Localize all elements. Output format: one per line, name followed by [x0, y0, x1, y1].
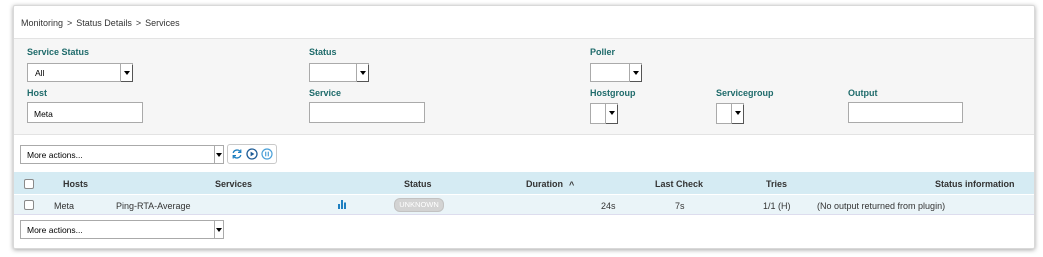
status-select[interactable] — [309, 63, 369, 82]
chevron-down-icon — [605, 104, 617, 123]
filter-bar: Service Status All Status Poller Host Me… — [14, 38, 1034, 135]
table-row[interactable]: Meta Ping-RTA-Average UNKNOWN 24s 7s 1/1… — [14, 195, 1034, 215]
sort-ascending-icon[interactable]: ^ — [569, 180, 574, 190]
servicegroup-select[interactable] — [716, 103, 744, 124]
header-hosts[interactable]: Hosts — [63, 179, 88, 189]
service-status-value: All — [35, 68, 45, 78]
header-status-information[interactable]: Status information — [935, 179, 1015, 189]
table-header: Hosts Services Status Duration ^ Last Ch… — [14, 172, 1034, 194]
poller-label: Poller — [590, 47, 616, 57]
output-input[interactable] — [848, 102, 963, 123]
header-services[interactable]: Services — [215, 179, 252, 189]
refresh-icon[interactable] — [231, 148, 243, 160]
row-last-check: 7s — [675, 201, 685, 211]
breadcrumb-monitoring[interactable]: Monitoring — [21, 18, 63, 28]
graph-icon[interactable] — [337, 199, 347, 209]
more-actions-select-top[interactable]: More actions... — [20, 145, 224, 164]
more-actions-value: More actions... — [27, 225, 83, 235]
status-badge: UNKNOWN — [394, 198, 444, 212]
more-actions-select-bottom[interactable]: More actions... — [20, 220, 224, 239]
service-status-select[interactable]: All — [27, 63, 133, 82]
chevron-down-icon — [214, 221, 223, 238]
hostgroup-select[interactable] — [590, 103, 618, 124]
header-tries[interactable]: Tries — [766, 179, 787, 189]
host-label: Host — [27, 88, 47, 98]
host-input-value: Meta — [34, 109, 53, 119]
play-icon[interactable] — [246, 148, 258, 160]
row-service[interactable]: Ping-RTA-Average — [116, 201, 191, 211]
row-host[interactable]: Meta — [54, 201, 74, 211]
row-duration: 24s — [601, 201, 616, 211]
header-last-check[interactable]: Last Check — [655, 179, 703, 189]
row-checkbox[interactable] — [24, 200, 34, 210]
row-tries: 1/1 (H) — [763, 201, 791, 211]
select-all-checkbox[interactable] — [24, 179, 34, 189]
row-status-information: (No output returned from plugin) — [817, 201, 946, 211]
status-label: Status — [309, 47, 337, 57]
breadcrumb-separator: > — [135, 18, 142, 28]
service-label: Service — [309, 88, 342, 98]
hostgroup-label: Hostgroup — [590, 88, 636, 98]
servicegroup-label: Servicegroup — [716, 88, 774, 98]
more-actions-value: More actions... — [27, 150, 83, 160]
breadcrumb: Monitoring > Status Details > Services — [21, 18, 184, 28]
breadcrumb-separator: > — [67, 18, 73, 28]
poller-select[interactable] — [590, 63, 642, 82]
pause-icon[interactable] — [261, 148, 273, 160]
output-label: Output — [848, 88, 878, 98]
chevron-down-icon — [356, 64, 368, 81]
service-input[interactable] — [309, 102, 425, 123]
chevron-down-icon — [214, 146, 223, 163]
chevron-down-icon — [120, 64, 132, 81]
breadcrumb-status-details[interactable]: Status Details — [76, 18, 132, 28]
service-status-label: Service Status — [27, 47, 90, 57]
status-details-panel: Monitoring > Status Details > Services Servi… — [13, 5, 1035, 249]
breadcrumb-services[interactable]: Services — [145, 18, 180, 28]
chevron-down-icon — [629, 64, 641, 81]
header-duration[interactable]: Duration — [526, 179, 563, 189]
header-status[interactable]: Status — [404, 179, 432, 189]
host-input[interactable]: Meta — [27, 102, 143, 123]
refresh-controls — [227, 144, 277, 164]
chevron-down-icon — [731, 104, 743, 123]
